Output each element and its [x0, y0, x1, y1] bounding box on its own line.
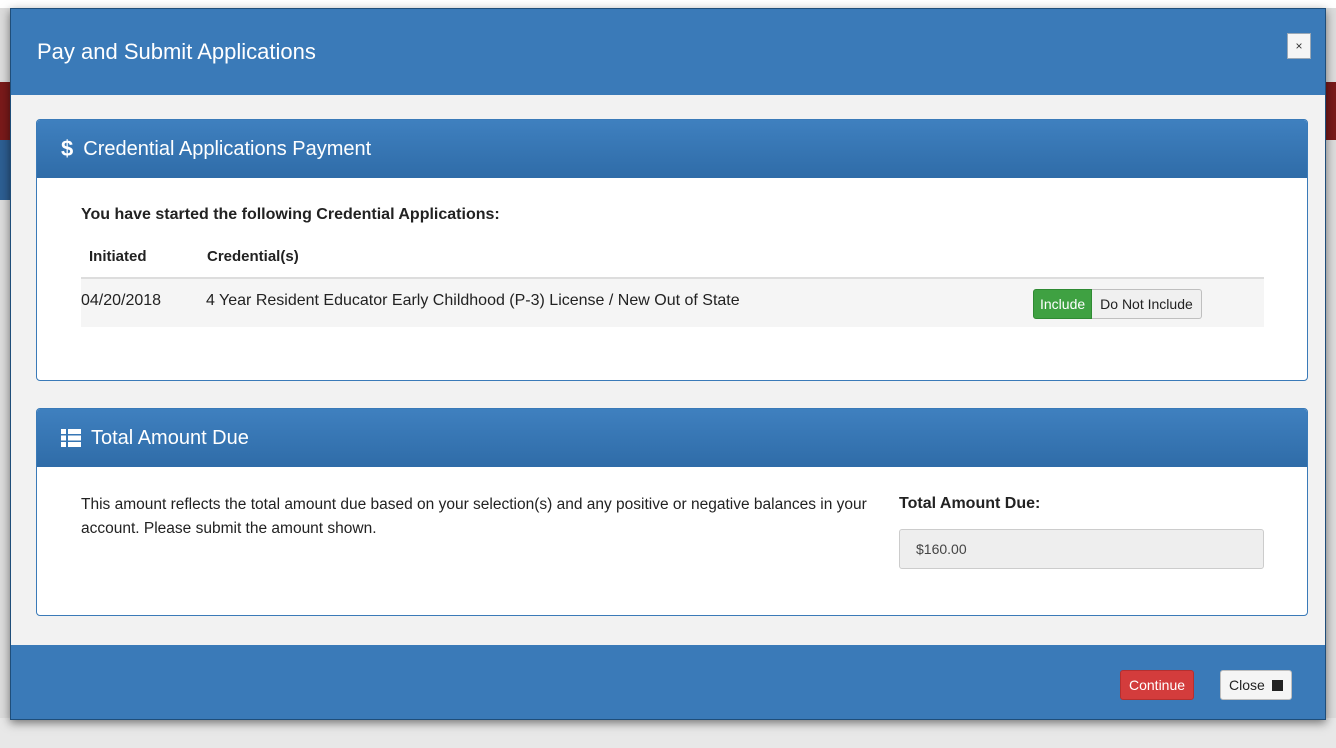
modal-close-button[interactable]: ×: [1287, 33, 1311, 59]
total-amount-label: Total Amount Due:: [899, 495, 1041, 512]
applications-intro: You have started the following Credentia…: [81, 206, 500, 223]
column-header-credentials: Credential(s): [207, 248, 299, 265]
total-amount-panel: Total Amount Due This amount reflects th…: [36, 408, 1308, 616]
close-button[interactable]: Close: [1220, 670, 1292, 700]
do-not-include-button[interactable]: Do Not Include: [1092, 289, 1202, 319]
table-row: 04/20/2018 4 Year Resident Educator Earl…: [81, 277, 1264, 327]
background-page: [0, 82, 10, 140]
background-page: [0, 0, 1336, 8]
modal-footer: Continue Close: [11, 645, 1325, 719]
total-amount-field: $160.00: [899, 529, 1264, 569]
pay-submit-modal: Pay and Submit Applications × $ Credenti…: [10, 8, 1326, 720]
initiated-date: 04/20/2018: [81, 292, 162, 309]
modal-header: Pay and Submit Applications ×: [11, 9, 1325, 95]
credential-name: 4 Year Resident Educator Early Childhood…: [206, 292, 740, 309]
list-icon: [61, 429, 81, 447]
background-page: [1326, 82, 1336, 140]
credential-payment-panel: $ Credential Applications Payment You ha…: [36, 119, 1308, 381]
panel-title: Total Amount Due: [91, 426, 249, 449]
background-page: [0, 718, 1336, 748]
dollar-icon: $: [61, 136, 74, 161]
background-page: [0, 140, 10, 200]
modal-title: Pay and Submit Applications: [37, 39, 316, 64]
stop-icon: [1271, 679, 1283, 691]
panel-title: Credential Applications Payment: [83, 137, 372, 160]
total-description: This amount reflects the total amount du…: [81, 496, 867, 537]
panel-heading: Total Amount Due: [37, 409, 1307, 467]
include-button[interactable]: Include: [1033, 289, 1093, 319]
include-toggle: Include Do Not Include: [1033, 289, 1202, 319]
column-header-initiated: Initiated: [89, 248, 147, 265]
close-button-label: Close: [1229, 677, 1265, 693]
panel-heading: $ Credential Applications Payment: [37, 120, 1307, 178]
continue-button[interactable]: Continue: [1120, 670, 1195, 700]
